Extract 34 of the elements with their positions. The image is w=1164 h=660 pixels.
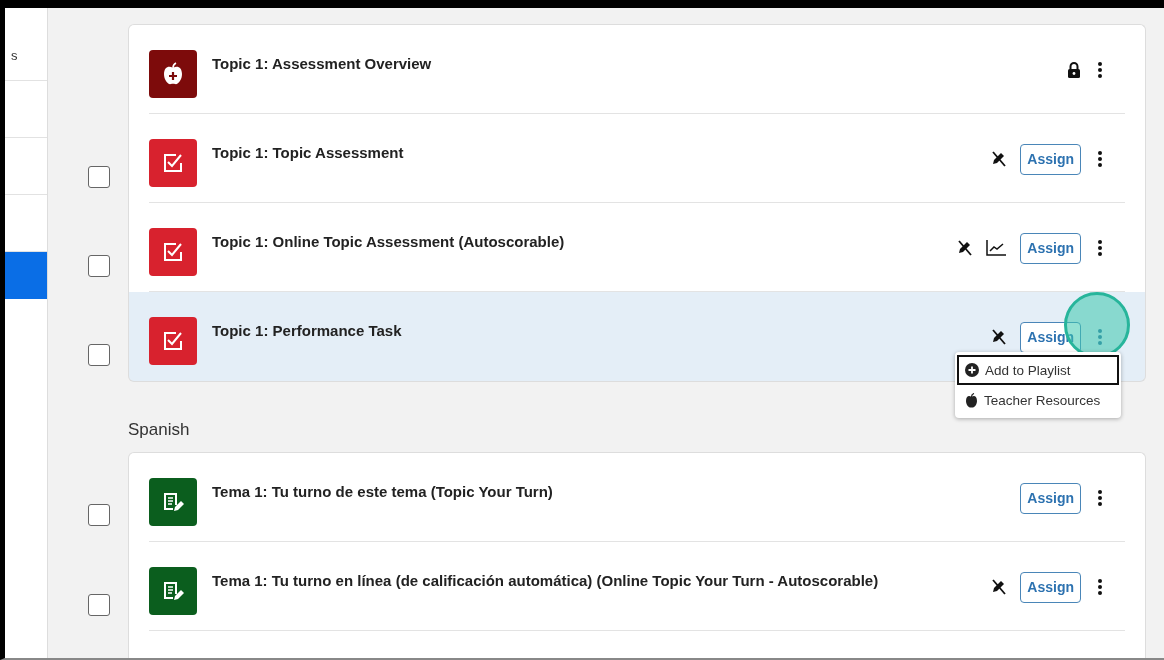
menu-item[interactable]: Teacher Resources — [957, 385, 1121, 415]
assign-button[interactable]: Assign — [1020, 482, 1081, 514]
more-icon[interactable] — [1097, 489, 1103, 507]
item-title[interactable]: Topic 1: Performance Task — [212, 317, 973, 339]
assign-button[interactable]: Assign — [1020, 571, 1081, 603]
checkbox[interactable] — [88, 166, 110, 188]
sidebar-item[interactable]: s — [5, 31, 47, 80]
checkbox[interactable] — [88, 344, 110, 366]
sidebar-item[interactable] — [5, 251, 47, 299]
document-pencil-icon — [149, 478, 197, 526]
more-icon[interactable] — [1097, 61, 1103, 79]
checkbox-icon — [149, 317, 197, 365]
checkbox[interactable] — [88, 504, 110, 526]
item-title[interactable]: Tema 1: Tu turno en línea (de calificación automática) (Online Topic Your Turn - Autoscorable) — [212, 567, 973, 589]
document-pencil-icon — [149, 567, 197, 615]
more-icon[interactable] — [1097, 578, 1103, 596]
assign-button[interactable]: Assign — [1020, 143, 1081, 175]
item-title[interactable]: Topic 1: Topic Assessment — [212, 139, 973, 161]
apple-icon — [965, 392, 978, 408]
checkbox[interactable] — [88, 594, 110, 616]
more-icon[interactable] — [1097, 150, 1103, 168]
item-title[interactable]: Topic 1: Assessment Overview — [212, 50, 1047, 72]
menu-item[interactable]: Add to Playlist — [957, 355, 1119, 385]
more-icon[interactable] — [1097, 239, 1103, 257]
assign-button[interactable]: Assign — [1020, 232, 1081, 264]
line-chart-icon[interactable] — [986, 240, 1007, 256]
checkbox[interactable] — [88, 255, 110, 277]
section-heading: Spanish — [128, 420, 191, 440]
checkbox-icon — [149, 228, 197, 276]
item-title[interactable]: Topic 1: Online Topic Assessment (Autoscorable) — [212, 228, 939, 250]
item-title[interactable]: Tema 1: Tu turno de este tema (Topic Your Turn) — [212, 478, 1001, 500]
plus-circle-icon — [965, 363, 979, 377]
apple-icon — [149, 50, 197, 98]
checkbox-icon — [149, 139, 197, 187]
